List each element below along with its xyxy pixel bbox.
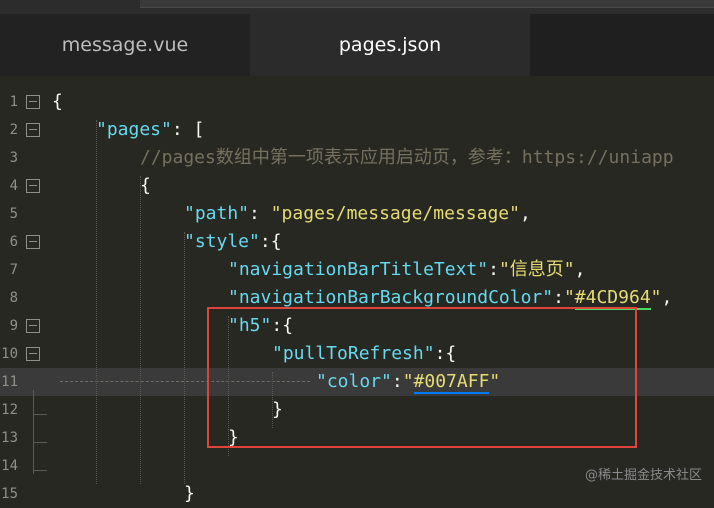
code-line[interactable]: 6 "style":{	[0, 228, 714, 256]
fold-toggle-icon[interactable]	[26, 123, 40, 137]
code-line[interactable]: 2 "pages": [	[0, 116, 714, 144]
line-number: 1	[9, 94, 18, 110]
tab-label: message.vue	[61, 34, 189, 56]
code-text: //pages数组中第一项表示应用启动页，参考：https://uniapp	[140, 144, 674, 172]
tab-label: pages.json	[338, 34, 442, 56]
scrollbar-strip	[140, 0, 714, 8]
fold-toggle-icon[interactable]	[26, 347, 40, 361]
code-token: "path"	[184, 203, 250, 224]
code-token: ,	[661, 287, 673, 308]
code-token: "navigationBarTitleText"	[228, 259, 489, 280]
code-token: {	[52, 91, 63, 112]
code-line[interactable]: 7 "navigationBarTitleText":"信息页",	[0, 256, 714, 284]
code-token: : [	[171, 119, 205, 140]
code-token: :	[553, 287, 564, 308]
code-token: //pages数组中第一项表示应用启动页，参考：https://uniapp	[140, 147, 674, 168]
line-number: 4	[9, 178, 18, 194]
line-number: 3	[9, 150, 18, 166]
annotation-highlight-box	[207, 307, 637, 448]
fold-toggle-icon[interactable]	[26, 179, 40, 193]
code-token: "style"	[184, 231, 260, 252]
code-token: "navigationBarBackgroundColor"	[228, 287, 554, 308]
code-text: "path": "pages/message/message",	[184, 200, 531, 228]
code-text: "navigationBarTitleText":"信息页",	[228, 256, 585, 284]
fold-range-line	[33, 390, 34, 474]
line-number: 2	[9, 122, 18, 138]
code-token: "	[563, 287, 575, 308]
line-number: 9	[9, 318, 18, 334]
code-token: :	[488, 259, 499, 280]
code-line[interactable]: 4{	[0, 172, 714, 200]
fold-toggle-icon[interactable]	[26, 235, 40, 249]
tab-pages-json[interactable]: pages.json	[250, 14, 530, 76]
indent-guide	[184, 232, 185, 484]
fold-toggle-icon[interactable]	[26, 319, 40, 333]
line-number: 11	[1, 374, 18, 390]
code-token: }	[184, 483, 195, 504]
line-number: 10	[1, 346, 18, 362]
code-text: "pages": [	[96, 116, 204, 144]
line-number: 6	[9, 234, 18, 250]
code-line[interactable]: 1{	[0, 88, 714, 116]
line-number: 15	[1, 486, 18, 502]
fold-end-marker	[33, 470, 47, 471]
code-line[interactable]: 3 //pages数组中第一项表示应用启动页，参考：https://uniapp	[0, 144, 714, 172]
line-number: 8	[9, 290, 18, 306]
code-token: ,	[519, 203, 531, 224]
fold-end-marker	[33, 414, 47, 415]
tab-message-vue[interactable]: message.vue	[0, 14, 250, 76]
code-token: :	[249, 203, 271, 224]
code-token: :{	[259, 231, 282, 252]
code-text: {	[140, 172, 151, 200]
code-token: "pages"	[96, 119, 172, 140]
code-token: "信息页"	[498, 259, 575, 280]
indent-guide	[96, 120, 97, 484]
code-line[interactable]: 15}	[0, 480, 714, 508]
editor-tab-bar: message.vue pages.json	[0, 14, 714, 76]
code-token: "pages/message/message"	[270, 203, 520, 224]
code-token: {	[140, 175, 151, 196]
line-number: 14	[1, 458, 18, 474]
code-text: }	[184, 480, 195, 508]
code-token: "	[650, 287, 662, 308]
line-number: 7	[9, 262, 18, 278]
indent-guide	[140, 176, 141, 484]
code-token: ,	[574, 259, 586, 280]
fold-toggle-icon[interactable]	[26, 95, 40, 109]
window-top-strip	[0, 0, 714, 14]
line-number: 5	[9, 206, 18, 222]
line-number: 12	[1, 402, 18, 418]
watermark: @稀土掘金技术社区	[584, 468, 702, 483]
fold-end-marker	[33, 442, 47, 443]
line-number: 13	[1, 430, 18, 446]
code-line[interactable]: 5 "path": "pages/message/message",	[0, 200, 714, 228]
code-text: {	[52, 88, 63, 116]
code-text: "style":{	[184, 228, 282, 256]
